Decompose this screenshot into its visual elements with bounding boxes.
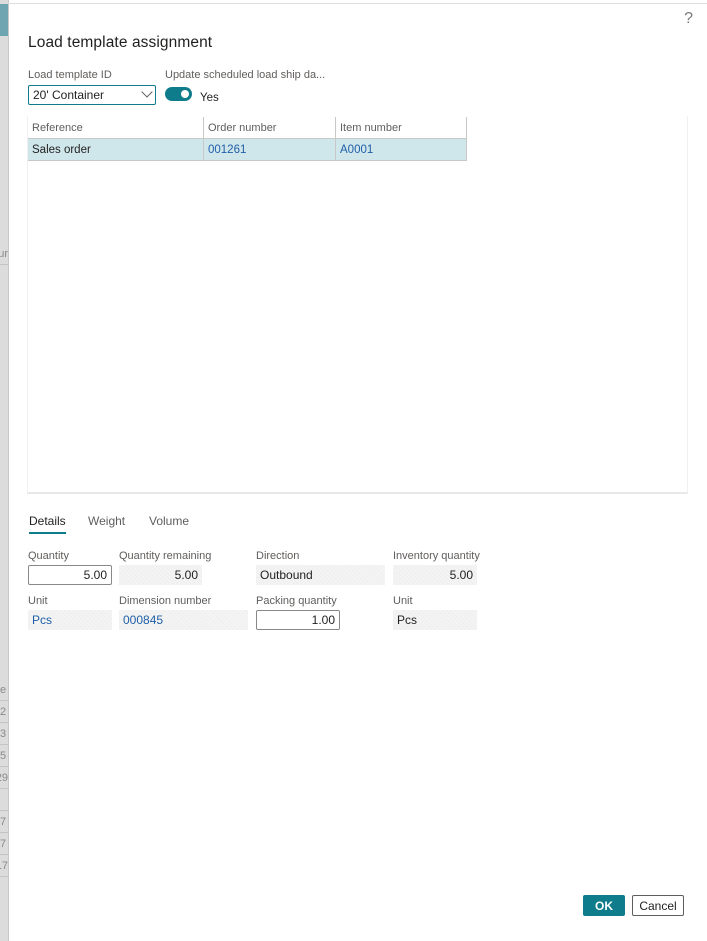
unit-link[interactable]: Pcs [28,610,112,630]
update-ship-date-toggle[interactable] [165,87,192,101]
packing-quantity-input[interactable]: 1.00 [256,610,340,630]
grid-header-row: Reference Order number Item number [28,117,467,139]
background-cell: ur [0,244,8,265]
direction-label: Direction [256,550,300,562]
update-ship-date-label: Update scheduled load ship da... [165,69,326,81]
background-header [0,4,8,36]
chevron-down-icon[interactable] [141,86,153,98]
load-template-id-select[interactable]: 20' Container [28,85,156,105]
packing-quantity-label: Packing quantity [256,595,337,607]
toggle-knob [181,90,189,98]
background-app-strip: ur e 2 3 5 29 7 7 17 [0,0,9,941]
load-template-dialog: ? Load template assignment Load template… [9,4,707,941]
tab-weight[interactable]: Weight [88,514,125,528]
cell-item-number-link[interactable]: A0001 [335,138,467,161]
grid-container [27,116,688,494]
quantity-remaining-value: 5.00 [119,565,202,585]
assignment-grid: Reference Order number Item number Sales… [28,117,467,161]
inventory-quantity-value: 5.00 [393,565,477,585]
update-ship-date-value: Yes [200,92,219,104]
load-template-id-label: Load template ID [28,69,112,81]
column-header-reference[interactable]: Reference [28,117,204,139]
inventory-unit-value: Pcs [393,610,477,630]
background-cell: 7 [0,834,8,855]
tab-details[interactable]: Details [29,514,66,534]
load-template-id-value: 20' Container [33,88,105,102]
background-cell: 29 [0,768,8,789]
inventory-unit-label: Unit [393,595,413,607]
ok-button[interactable]: OK [583,895,625,916]
tab-volume[interactable]: Volume [149,514,189,528]
background-cell: 7 [0,812,8,833]
cell-order-number-link[interactable]: 001261 [203,138,336,161]
cell-reference[interactable]: Sales order [28,138,204,161]
dimension-number-label: Dimension number [119,595,212,607]
background-cell: 5 [0,746,8,767]
quantity-input[interactable]: 5.00 [28,565,112,585]
cancel-button[interactable]: Cancel [632,895,684,916]
quantity-label: Quantity [28,550,69,562]
quantity-remaining-label: Quantity remaining [119,550,212,562]
background-cell [0,790,8,811]
inventory-quantity-label: Inventory quantity [393,550,480,562]
unit-label: Unit [28,595,48,607]
column-header-order-number[interactable]: Order number [203,117,336,139]
background-cell: e [0,680,8,701]
table-row[interactable]: Sales order 001261 A0001 [28,138,467,161]
column-header-item-number[interactable]: Item number [335,117,467,139]
background-cell: 2 [0,702,8,723]
background-cell: 17 [0,856,8,877]
direction-value: Outbound [256,565,385,585]
help-icon[interactable]: ? [684,10,693,28]
background-cell: 3 [0,724,8,745]
dialog-title: Load template assignment [28,34,213,51]
dimension-number-link[interactable]: 000845 [119,610,248,630]
